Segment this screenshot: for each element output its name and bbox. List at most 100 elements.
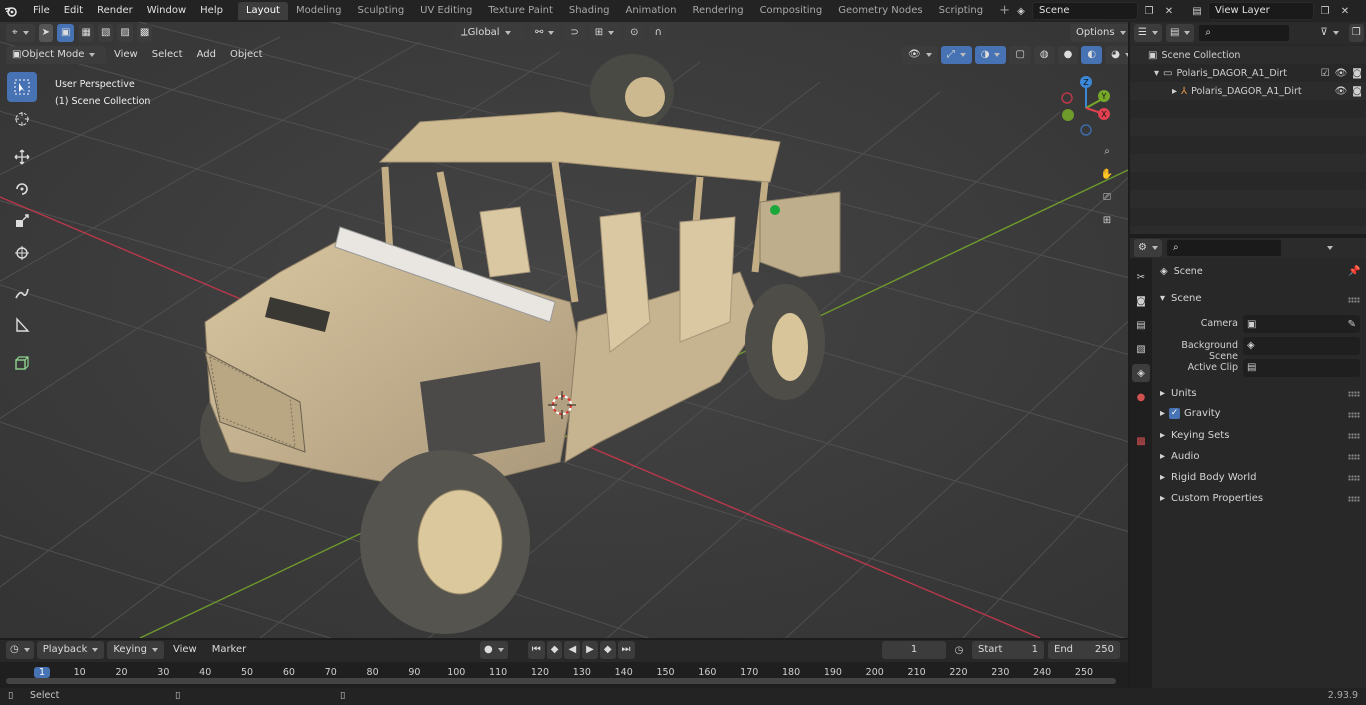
mode-dropdown[interactable]: ▣ Object Mode — [6, 46, 106, 64]
active-clip-field[interactable]: ▤ — [1243, 359, 1360, 377]
close-view-layer-icon[interactable]: ✕ — [1336, 2, 1354, 20]
wireframe-shading-icon[interactable]: ◍ — [1033, 46, 1055, 64]
copy-scene-icon[interactable]: ❐ — [1140, 2, 1158, 20]
panel-audio[interactable]: ▸ Audio — [1160, 451, 1199, 462]
play-icon[interactable]: ▶ — [582, 641, 598, 659]
xray-icon[interactable]: ▢ — [1009, 46, 1031, 64]
scene-icon[interactable]: ◈ — [1012, 2, 1030, 20]
render-camera-icon[interactable]: ◙ — [1352, 68, 1362, 79]
overlay-icon[interactable]: ◑ — [974, 46, 1007, 64]
select-extend-icon[interactable]: ▦ — [78, 24, 94, 42]
drag-handle-icon[interactable] — [1348, 297, 1360, 303]
tab-uv-editing[interactable]: UV Editing — [412, 2, 480, 20]
select-intersect-icon[interactable]: ▩ — [136, 24, 153, 42]
viewport-menu-add[interactable]: Add — [191, 46, 222, 64]
timeline-menu-view[interactable]: View — [167, 641, 203, 659]
eyedropper-icon[interactable]: ✎ — [1348, 319, 1356, 330]
prev-keyframe-icon[interactable]: ◆ — [546, 641, 563, 659]
tab-texture-paint[interactable]: Texture Paint — [480, 2, 561, 20]
perspective-grid-icon[interactable]: ⊞ — [1098, 211, 1116, 229]
menu-help[interactable]: Help — [193, 0, 230, 22]
new-collection-icon[interactable]: ❐ — [1348, 24, 1364, 42]
properties-search-input[interactable]: ⌕ — [1165, 239, 1282, 257]
snap-icon[interactable]: ⊃ — [564, 24, 585, 42]
camera-view-icon[interactable]: ⎚ — [1098, 188, 1116, 206]
outliner-row-scene-collection[interactable]: ▣ Scene Collection — [1130, 46, 1366, 64]
background-scene-field[interactable]: ◈ — [1243, 337, 1360, 355]
gizmo-icon[interactable]: ⤢ — [940, 46, 972, 64]
custom-drag-handle-icon[interactable] — [1348, 496, 1360, 502]
pin-icon[interactable]: 📌 — [1348, 266, 1360, 277]
keying-menu[interactable]: Keying — [107, 641, 164, 659]
select-subtract-icon[interactable]: ▧ — [97, 24, 114, 42]
viewport-menu-view[interactable]: View — [108, 46, 144, 64]
next-keyframe-icon[interactable]: ◆ — [599, 641, 616, 659]
clock-icon[interactable]: ◷ — [950, 641, 968, 659]
proportional-edit-icon[interactable]: ⊙ — [624, 24, 645, 42]
scene-tab-icon[interactable]: ◈ — [1132, 364, 1150, 382]
menu-window[interactable]: Window — [140, 0, 193, 22]
start-frame-field[interactable]: Start 1 — [972, 641, 1044, 659]
viewport-menu-object[interactable]: Object — [224, 46, 269, 64]
object-render-camera-icon[interactable]: ◙ — [1352, 86, 1362, 97]
gravity-drag-handle-icon[interactable] — [1348, 412, 1360, 418]
expand-collapse-icon[interactable]: ▾ — [1154, 68, 1159, 79]
move-tool-icon[interactable] — [7, 142, 37, 172]
exclude-checkbox-icon[interactable]: ☑ — [1321, 68, 1330, 79]
jump-start-icon[interactable]: ⏮ — [527, 641, 545, 659]
tab-layout[interactable]: Layout — [237, 2, 288, 20]
measure-tool-icon[interactable] — [7, 310, 37, 340]
tab-shading[interactable]: Shading — [561, 2, 618, 20]
close-scene-icon[interactable]: ✕ — [1160, 2, 1178, 20]
panel-gravity[interactable]: ▸ ✓ Gravity — [1160, 408, 1221, 419]
tab-modeling[interactable]: Modeling — [288, 2, 350, 20]
blender-logo-icon[interactable] — [0, 0, 22, 22]
render-tab-icon[interactable]: ◙ — [1132, 292, 1150, 310]
tab-geometry-nodes[interactable]: Geometry Nodes — [830, 2, 930, 20]
object-hide-eye-icon[interactable]: 👁 — [1335, 86, 1348, 97]
timeline-menu-marker[interactable]: Marker — [206, 641, 253, 659]
world-tab-icon[interactable]: ● — [1132, 388, 1150, 406]
copy-view-layer-icon[interactable]: ❐ — [1316, 2, 1334, 20]
orientation-dropdown[interactable]: ⟂ Global — [455, 24, 525, 42]
pivot-icon[interactable]: ⚯ — [529, 24, 561, 42]
properties-editor-type-icon[interactable]: ⚙ — [1134, 239, 1162, 257]
play-reverse-icon[interactable]: ◀ — [564, 641, 581, 659]
panel-custom-properties[interactable]: ▸ Custom Properties — [1160, 493, 1263, 504]
units-drag-handle-icon[interactable] — [1348, 391, 1360, 397]
tab-compositing[interactable]: Compositing — [752, 2, 831, 20]
annotate-tool-icon[interactable] — [7, 278, 37, 308]
hide-eye-icon[interactable]: 👁 — [1335, 68, 1348, 79]
keying-drag-handle-icon[interactable] — [1348, 433, 1360, 439]
menu-file[interactable]: File — [26, 0, 57, 22]
tab-rendering[interactable]: Rendering — [684, 2, 751, 20]
audio-drag-handle-icon[interactable] — [1348, 454, 1360, 460]
gravity-checkbox[interactable]: ✓ — [1169, 408, 1181, 419]
material-shading-icon[interactable]: ◐ — [1081, 46, 1103, 64]
output-tab-icon[interactable]: ▤ — [1132, 316, 1150, 334]
end-frame-field[interactable]: End 250 — [1048, 641, 1120, 659]
outliner-search-input[interactable]: ⌕ — [1198, 24, 1291, 42]
add-cube-tool-icon[interactable] — [7, 348, 37, 378]
view-layer-field[interactable]: View Layer — [1208, 2, 1314, 20]
tool-tab-icon[interactable]: ✂ — [1132, 268, 1150, 286]
navigation-gizmo[interactable]: Z Y X — [1056, 74, 1120, 138]
falloff-icon[interactable]: ∩ — [648, 24, 668, 42]
panel-units[interactable]: ▸ Units — [1160, 388, 1197, 399]
tab-scripting[interactable]: Scripting — [931, 2, 991, 20]
pan-hand-icon[interactable]: ✋ — [1098, 165, 1116, 183]
texture-tab-icon[interactable]: ▩ — [1132, 432, 1150, 450]
editor-type-icon[interactable]: ⌖ — [6, 24, 35, 42]
view-layer-tab-icon[interactable]: ▧ — [1132, 340, 1150, 358]
menu-render[interactable]: Render — [90, 0, 140, 22]
panel-rigid-body-world[interactable]: ▸ Rigid Body World — [1160, 472, 1257, 483]
menu-edit[interactable]: Edit — [57, 0, 90, 22]
select-box-mode-icon[interactable]: ▣ — [57, 24, 75, 42]
scene-name-field[interactable]: Scene — [1032, 2, 1138, 20]
solid-shading-icon[interactable]: ● — [1057, 46, 1079, 64]
current-frame-indicator[interactable]: 1 — [33, 667, 51, 678]
rigid-drag-handle-icon[interactable] — [1348, 475, 1360, 481]
select-box-tool-icon[interactable] — [7, 72, 37, 102]
record-icon[interactable]: ● — [480, 641, 508, 659]
zoom-icon[interactable]: ⌕ — [1098, 142, 1116, 160]
